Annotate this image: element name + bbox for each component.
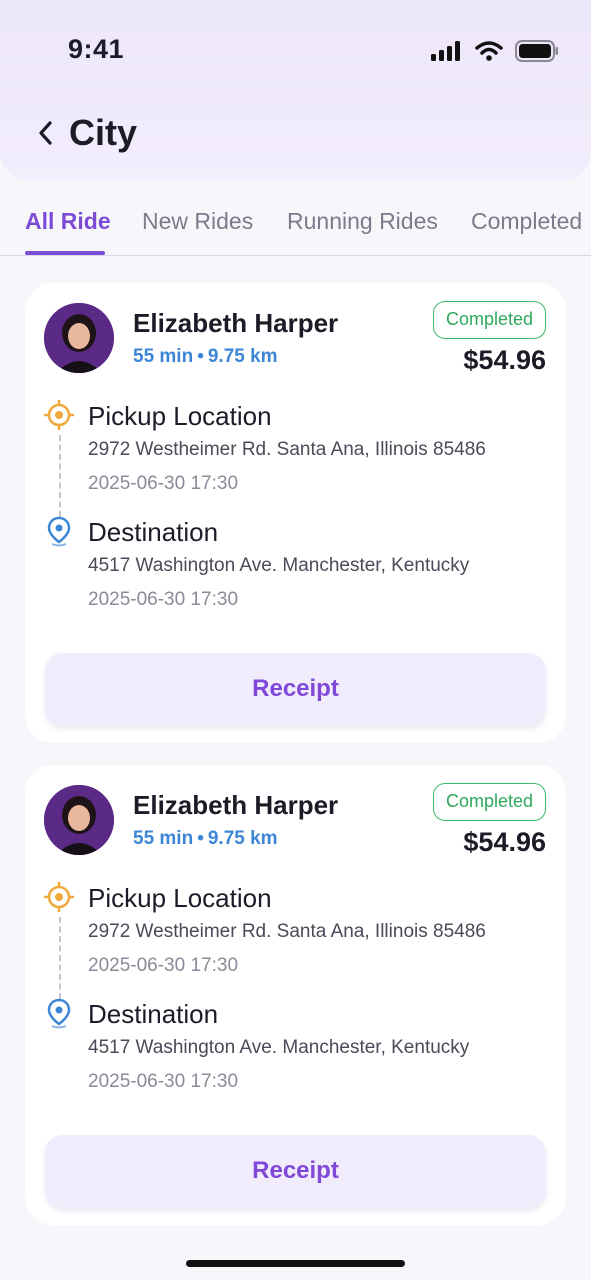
fare-amount: $54.96 [463, 345, 546, 375]
avatar [44, 303, 114, 373]
back-chevron-icon[interactable] [34, 118, 56, 148]
pickup-time: 2025-06-30 17:30 [88, 955, 239, 976]
trip-duration: 55 min [133, 828, 194, 849]
home-indicator[interactable] [186, 1260, 405, 1267]
trip-meta: 55 min • 9.75 km [133, 346, 278, 368]
destination-pin-icon [47, 998, 71, 1029]
tab-completed[interactable]: Completed [471, 208, 582, 235]
trip-distance: 9.75 km [207, 346, 278, 367]
pickup-target-icon [44, 400, 74, 430]
destination-time: 2025-06-30 17:30 [88, 1071, 239, 1092]
pickup-address: 2972 Westheimer Rd. Santa Ana, Illinois … [88, 921, 486, 942]
destination-pin-icon [47, 516, 71, 547]
pickup-title: Pickup Location [88, 401, 272, 431]
destination-address: 4517 Washington Ave. Manchester, Kentuck… [88, 1037, 470, 1058]
wifi-icon [475, 41, 503, 61]
destination-address: 4517 Washington Ave. Manchester, Kentuck… [88, 555, 470, 576]
header: 9:41 City [0, 0, 591, 180]
pickup-time: 2025-06-30 17:30 [88, 473, 239, 494]
tab-running-rides[interactable]: Running Rides [287, 208, 438, 235]
destination-time: 2025-06-30 17:30 [88, 589, 239, 610]
active-tab-indicator [25, 251, 105, 255]
status-badge: Completed [432, 301, 546, 339]
signal-icon [431, 41, 460, 61]
avatar [44, 785, 114, 855]
tab-bar: All Ride New Rides Running Rides Complet… [0, 190, 591, 256]
route-dashed-line [59, 917, 61, 999]
fare-amount: $54.96 [463, 827, 546, 857]
tab-all-ride[interactable]: All Ride [25, 208, 111, 235]
destination-title: Destination [88, 517, 219, 547]
trip-distance: 9.75 km [207, 828, 278, 849]
destination-title: Destination [88, 999, 219, 1029]
tab-new-rides[interactable]: New Rides [142, 208, 253, 235]
ride-card: Elizabeth Harper 55 min • 9.75 km Complete… [25, 283, 566, 743]
rider-name: Elizabeth Harper [133, 790, 339, 820]
route-dashed-line [59, 435, 61, 517]
ride-card: Elizabeth Harper 55 min • 9.75 km Complete… [25, 765, 566, 1225]
page-title: City [69, 112, 138, 153]
trip-duration: 55 min [133, 346, 194, 367]
meta-separator: • [197, 828, 204, 849]
pickup-address: 2972 Westheimer Rd. Santa Ana, Illinois … [88, 439, 486, 460]
receipt-button[interactable]: Receipt [45, 653, 546, 725]
trip-meta: 55 min • 9.75 km [133, 828, 278, 850]
pickup-title: Pickup Location [88, 883, 272, 913]
battery-icon [515, 40, 558, 62]
status-icons [431, 38, 559, 64]
pickup-target-icon [44, 882, 74, 912]
meta-separator: • [197, 346, 204, 367]
receipt-button[interactable]: Receipt [45, 1135, 546, 1207]
status-time: 9:41 [68, 34, 125, 64]
rider-name: Elizabeth Harper [133, 308, 339, 338]
status-badge: Completed [432, 783, 546, 821]
